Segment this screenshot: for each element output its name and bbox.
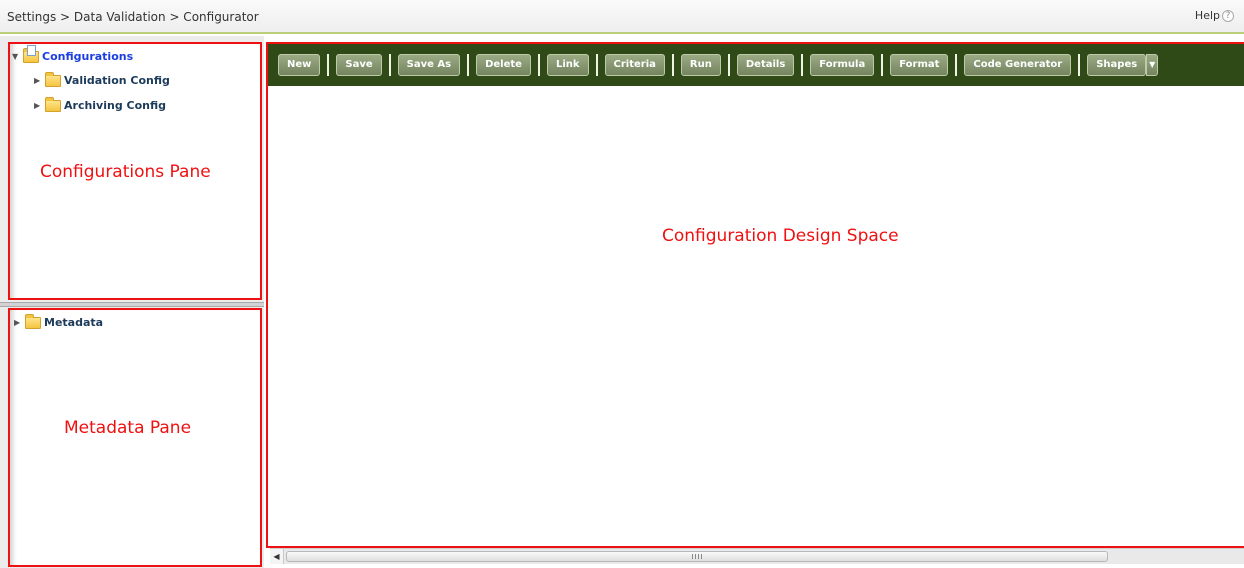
format-button[interactable]: Format bbox=[890, 54, 949, 76]
code-generator-button[interactable]: Code Generator bbox=[964, 54, 1072, 76]
horizontal-scrollbar[interactable]: ◀ bbox=[270, 548, 1244, 564]
scrollbar-thumb[interactable] bbox=[286, 551, 1108, 562]
help-link[interactable]: Help ? bbox=[1195, 9, 1234, 22]
link-button[interactable]: Link bbox=[546, 54, 589, 76]
annotation-configurations-pane: Configurations Pane bbox=[40, 162, 211, 182]
tree-node-metadata[interactable]: ▶ Metadata bbox=[14, 313, 103, 329]
toolbar-separator bbox=[727, 54, 730, 76]
tree-node-archiving-config[interactable]: ▶ Archiving Config bbox=[34, 96, 166, 112]
formula-button[interactable]: Formula bbox=[810, 54, 875, 76]
annotation-design-space: Configuration Design Space bbox=[662, 226, 899, 246]
toolbar-separator bbox=[467, 54, 470, 76]
toolbar-separator bbox=[327, 54, 330, 76]
save-button[interactable]: Save bbox=[336, 54, 382, 76]
criteria-button[interactable]: Criteria bbox=[604, 54, 665, 76]
tree-node-validation-config[interactable]: ▶ Validation Config bbox=[34, 71, 170, 87]
folder-icon bbox=[45, 71, 61, 87]
shapes-button[interactable]: Shapes bbox=[1087, 54, 1147, 76]
collapse-arrow-icon[interactable]: ▶ bbox=[34, 101, 43, 110]
design-canvas[interactable]: Configuration Design Space bbox=[268, 86, 1244, 546]
scroll-left-arrow-icon[interactable]: ◀ bbox=[270, 549, 284, 564]
shapes-dropdown-arrow-icon[interactable]: ▼ bbox=[1146, 54, 1159, 76]
save-as-button[interactable]: Save As bbox=[397, 54, 461, 76]
tree-node-configurations[interactable]: ▼ Configurations bbox=[12, 44, 133, 63]
help-label[interactable]: Help bbox=[1195, 9, 1220, 22]
folder-document-icon bbox=[23, 44, 39, 63]
toolbar: New Save Save As Delete Link Criteria Ru… bbox=[268, 44, 1244, 86]
breadcrumb: Settings > Data Validation > Configurato… bbox=[7, 10, 259, 24]
toolbar-separator bbox=[1078, 54, 1081, 76]
details-button[interactable]: Details bbox=[736, 54, 795, 76]
toolbar-separator bbox=[955, 54, 958, 76]
toolbar-separator bbox=[671, 54, 674, 76]
header-bar: Settings > Data Validation > Configurato… bbox=[0, 0, 1244, 34]
toolbar-separator bbox=[388, 54, 391, 76]
folder-icon bbox=[25, 313, 41, 329]
annotation-metadata-pane: Metadata Pane bbox=[64, 418, 192, 438]
pane-splitter[interactable] bbox=[0, 302, 264, 307]
toolbar-separator bbox=[881, 54, 884, 76]
tree-label-archiving-config[interactable]: Archiving Config bbox=[64, 99, 166, 112]
left-area: ▼ Configurations ▶ Validation Config ▶ A… bbox=[0, 36, 264, 568]
collapse-arrow-icon[interactable]: ▶ bbox=[14, 318, 23, 327]
help-icon[interactable]: ? bbox=[1222, 9, 1234, 22]
run-button[interactable]: Run bbox=[680, 54, 721, 76]
collapse-arrow-icon[interactable]: ▶ bbox=[34, 76, 43, 85]
toolbar-separator bbox=[801, 54, 804, 76]
tree-label-metadata[interactable]: Metadata bbox=[44, 316, 103, 329]
tree-label-configurations[interactable]: Configurations bbox=[42, 50, 133, 63]
new-button[interactable]: New bbox=[278, 54, 321, 76]
design-space: New Save Save As Delete Link Criteria Ru… bbox=[266, 42, 1244, 548]
tree-label-validation-config[interactable]: Validation Config bbox=[64, 74, 170, 87]
metadata-pane: ▶ Metadata Metadata Pane bbox=[8, 308, 262, 567]
folder-icon bbox=[45, 96, 61, 112]
delete-button[interactable]: Delete bbox=[476, 54, 531, 76]
toolbar-separator bbox=[595, 54, 598, 76]
toolbar-separator bbox=[537, 54, 540, 76]
expand-arrow-icon[interactable]: ▼ bbox=[12, 52, 21, 61]
configurations-pane: ▼ Configurations ▶ Validation Config ▶ A… bbox=[8, 42, 262, 300]
